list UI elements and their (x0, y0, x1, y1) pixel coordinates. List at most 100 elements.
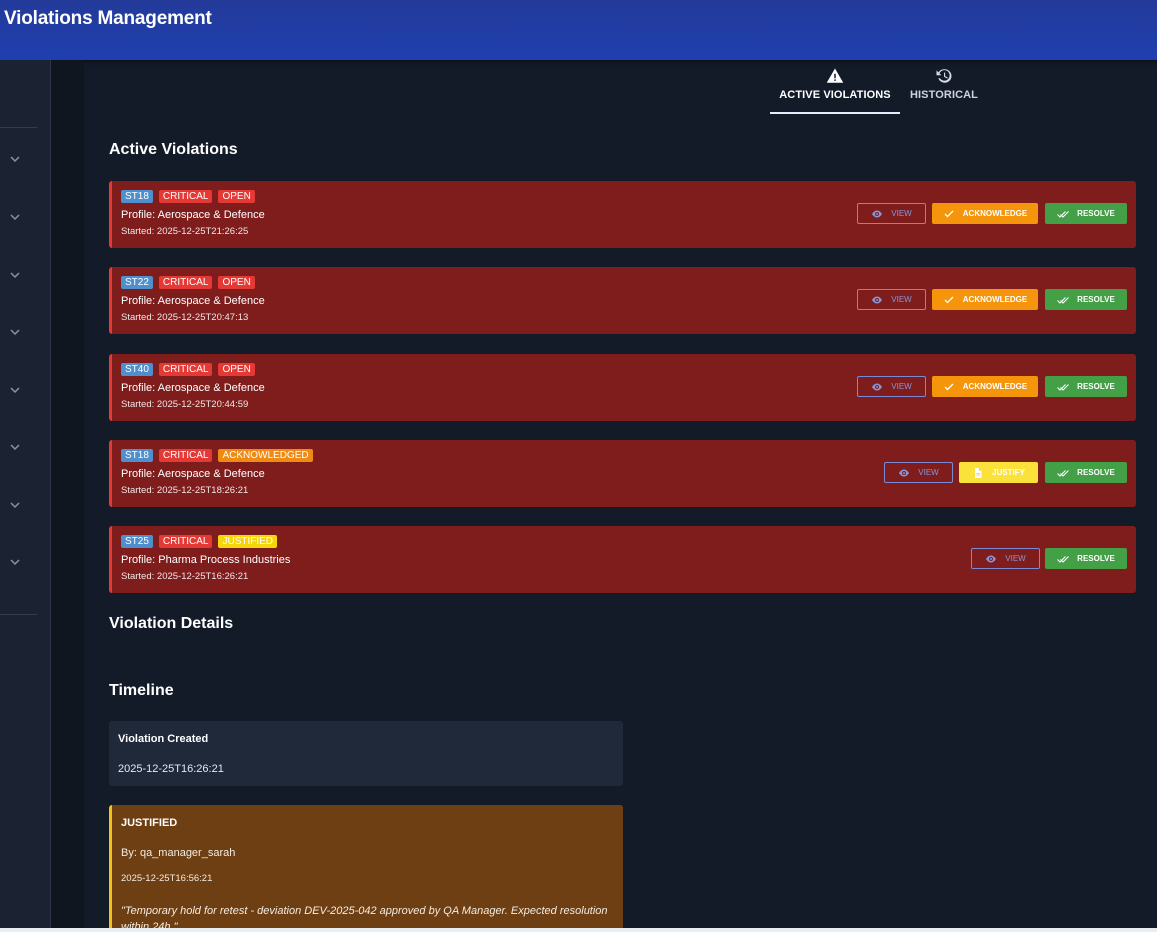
severity-badge: CRITICAL (158, 276, 213, 289)
tab-active-violations[interactable]: ACTIVE VIOLATIONS (770, 60, 900, 115)
chevron-down-icon[interactable] (8, 325, 22, 339)
eye-icon (899, 469, 910, 476)
resolve-button[interactable]: RESOLVE (1045, 289, 1127, 310)
eye-icon (872, 210, 883, 217)
timeline-event-justified: JUSTIFIED By: qa_manager_sarah 2025-12-2… (109, 805, 623, 932)
violation-card: ST40 CRITICAL OPEN Profile: Aerospace & … (109, 354, 1136, 421)
content-gutter (51, 60, 84, 932)
acknowledge-label: ACKNOWLEDGE (962, 209, 1028, 218)
eye-icon (986, 555, 997, 562)
acknowledge-button[interactable]: ACKNOWLEDGE (932, 376, 1038, 397)
history-icon (936, 69, 952, 83)
justify-label: JUSTIFY (992, 468, 1025, 477)
resolve-label: RESOLVE (1077, 209, 1115, 218)
station-badge: ST40 (121, 363, 153, 376)
justify-button[interactable]: JUSTIFY (959, 462, 1038, 483)
station-badge: ST18 (121, 449, 153, 462)
violation-started: Started: 2025-12-25T20:47:13 (121, 312, 249, 323)
tab-label: HISTORICAL (909, 89, 979, 101)
check-icon (944, 210, 954, 217)
resolve-button[interactable]: RESOLVE (1045, 376, 1127, 397)
violation-started: Started: 2025-12-25T18:26:21 (121, 485, 249, 496)
violation-details-heading: Violation Details (109, 615, 234, 632)
view-label: VIEW (891, 295, 912, 304)
acknowledge-label: ACKNOWLEDGE (962, 382, 1028, 391)
eye-icon (872, 383, 883, 390)
chevron-down-icon[interactable] (8, 440, 22, 454)
timeline-event-time: 2025-12-25T16:56:21 (121, 873, 213, 884)
tab-historical[interactable]: HISTORICAL (906, 60, 982, 115)
view-button[interactable]: VIEW (971, 548, 1040, 569)
acknowledge-button[interactable]: ACKNOWLEDGE (932, 289, 1038, 310)
violation-started: Started: 2025-12-25T16:26:21 (121, 571, 249, 582)
severity-badge: CRITICAL (158, 449, 213, 462)
view-button[interactable]: VIEW (857, 203, 926, 224)
chevron-down-icon[interactable] (8, 268, 22, 282)
sidebar-divider (0, 127, 37, 128)
sidebar-divider (0, 614, 37, 615)
view-button[interactable]: VIEW (857, 289, 926, 310)
violation-profile: Profile: Aerospace & Defence (121, 468, 265, 480)
status-badge: JUSTIFIED (218, 535, 278, 548)
station-badge: ST18 (121, 190, 153, 203)
sidebar (0, 60, 51, 932)
acknowledge-button[interactable]: ACKNOWLEDGE (932, 203, 1038, 224)
violation-card: ST18 CRITICAL ACKNOWLEDGED Profile: Aero… (109, 440, 1136, 507)
resolve-button[interactable]: RESOLVE (1045, 203, 1127, 224)
tab-label: ACTIVE VIOLATIONS (779, 89, 891, 101)
chevron-down-icon[interactable] (8, 498, 22, 512)
status-badge: OPEN (218, 363, 255, 376)
resolve-label: RESOLVE (1077, 382, 1115, 391)
violation-profile: Profile: Aerospace & Defence (121, 295, 265, 307)
resolve-label: RESOLVE (1077, 468, 1115, 477)
violation-card: ST25 CRITICAL JUSTIFIED Profile: Pharma … (109, 526, 1136, 593)
status-badge: OPEN (218, 190, 255, 203)
done-all-icon (1057, 296, 1070, 304)
violation-card: ST22 CRITICAL OPEN Profile: Aerospace & … (109, 267, 1136, 334)
timeline-event-title: JUSTIFIED (121, 817, 178, 829)
timeline-event-author: By: qa_manager_sarah (121, 847, 236, 859)
active-tab-indicator (770, 112, 900, 114)
done-all-icon (1057, 555, 1070, 563)
done-all-icon (1057, 469, 1070, 477)
check-icon (944, 296, 954, 303)
view-button[interactable]: VIEW (884, 462, 953, 483)
warning-icon (826, 68, 844, 83)
active-violations-heading: Active Violations (109, 141, 238, 158)
severity-badge: CRITICAL (158, 190, 213, 203)
acknowledge-label: ACKNOWLEDGE (962, 295, 1028, 304)
chevron-down-icon[interactable] (8, 210, 22, 224)
violation-card: ST18 CRITICAL OPEN Profile: Aerospace & … (109, 181, 1136, 248)
violation-started: Started: 2025-12-25T20:44:59 (121, 399, 249, 410)
violation-profile: Profile: Aerospace & Defence (121, 209, 265, 221)
done-all-icon (1057, 210, 1070, 218)
check-icon (944, 383, 954, 390)
timeline-heading: Timeline (109, 682, 174, 699)
chevron-down-icon[interactable] (8, 383, 22, 397)
view-label: VIEW (891, 382, 912, 391)
window-bottom-edge (0, 928, 1157, 932)
view-label: VIEW (918, 468, 939, 477)
violation-started: Started: 2025-12-25T21:26:25 (121, 226, 249, 237)
violation-profile: Profile: Pharma Process Industries (121, 554, 291, 566)
station-badge: ST22 (121, 276, 153, 289)
app-bar: Violations Management (0, 0, 1157, 60)
resolve-button[interactable]: RESOLVE (1045, 548, 1127, 569)
station-badge: ST25 (121, 535, 153, 548)
chevron-down-icon[interactable] (8, 555, 22, 569)
eye-icon (872, 296, 883, 303)
resolve-button[interactable]: RESOLVE (1045, 462, 1127, 483)
document-icon (975, 467, 982, 478)
timeline-event-time: 2025-12-25T16:26:21 (118, 763, 224, 775)
severity-badge: CRITICAL (158, 363, 213, 376)
timeline-event-title: Violation Created (118, 733, 209, 745)
timeline-event-created: Violation Created 2025-12-25T16:26:21 (109, 721, 623, 786)
done-all-icon (1057, 383, 1070, 391)
status-badge: OPEN (218, 276, 255, 289)
view-button[interactable]: VIEW (857, 376, 926, 397)
status-badge: ACKNOWLEDGED (218, 449, 313, 462)
severity-badge: CRITICAL (158, 535, 213, 548)
chevron-down-icon[interactable] (8, 152, 22, 166)
page-title: Violations Management (4, 8, 212, 29)
view-label: VIEW (1005, 554, 1026, 563)
